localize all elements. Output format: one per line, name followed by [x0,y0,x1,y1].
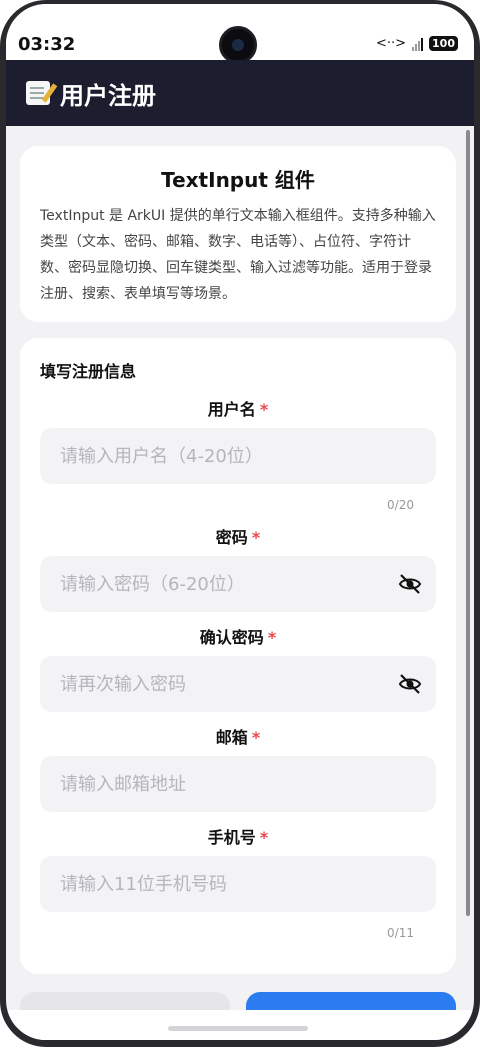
phone-field-group: 手机号* 0/11 [40,824,436,940]
password-label-text: 密码 [215,528,248,547]
username-counter: 0/20 [387,498,414,512]
password-input[interactable] [40,556,436,612]
required-mark: * [251,528,261,547]
required-mark: * [251,728,261,747]
page-title: 用户注册 [60,81,156,110]
front-camera [219,26,257,64]
password-field-group: 密码 * [40,524,436,612]
registration-form: 填写注册信息 用户名* 0/20 密码* [20,338,456,974]
status-icons: <··> 100 [376,36,458,51]
signal-icon [412,37,424,51]
email-input[interactable] [40,756,436,812]
data-transfer-icon: <··> [375,36,407,51]
username-label: 用户名 * [40,396,436,420]
confirm-password-label-text: 确认密码 [199,628,264,647]
username-label-text: 用户名 [207,400,256,419]
form-heading: 填写注册信息 [40,362,137,381]
phone-label-text: 手机号 [207,828,256,847]
password-input-wrap [40,556,436,612]
eye-off-icon[interactable] [398,572,422,596]
intro-description: TextInput 是 ArkUI 提供的单行文本输入框组件。支持多种输入类型（… [40,208,436,302]
status-time: 03:32 [18,34,76,55]
intro-card: TextInput 组件 TextInput 是 ArkUI 提供的单行文本输入… [20,146,456,322]
navigation-bar [6,1010,474,1040]
phone-input[interactable] [40,856,436,912]
eye-off-icon[interactable] [398,672,422,696]
phone-input-wrap [40,856,436,912]
required-mark: * [259,828,269,847]
required-mark: * [267,628,277,647]
home-indicator[interactable] [168,1026,308,1031]
screen: 03:32 <··> 100 用户注册 TextInput 组件 TextInp… [6,4,474,1040]
memo-icon [26,81,50,105]
app-header: 用户注册 [6,60,474,126]
required-mark: * [259,400,269,419]
phone-label: 手机号 * [40,824,436,848]
status-bar: 03:32 <··> 100 [6,4,474,64]
scrollbar[interactable] [466,130,470,916]
confirm-password-label: 确认密码 * [40,624,436,648]
scroll-content[interactable]: TextInput 组件 TextInput 是 ArkUI 提供的单行文本输入… [6,126,474,1040]
email-label-text: 邮箱 [215,728,248,747]
confirm-password-input-wrap [40,656,436,712]
battery-icon: 100 [429,36,458,51]
username-input-wrap [40,428,436,484]
confirm-password-field-group: 确认密码 * [40,624,436,712]
username-field-group: 用户名* 0/20 [40,396,436,512]
email-field-group: 邮箱 * [40,724,436,812]
phone-counter: 0/11 [387,926,414,940]
email-input-wrap [40,756,436,812]
email-label: 邮箱 * [40,724,436,748]
username-input[interactable] [40,428,436,484]
confirm-password-input[interactable] [40,656,436,712]
device-frame: 03:32 <··> 100 用户注册 TextInput 组件 TextInp… [0,0,480,1047]
password-label: 密码 * [40,524,436,548]
intro-title: TextInput 组件 [161,168,315,192]
